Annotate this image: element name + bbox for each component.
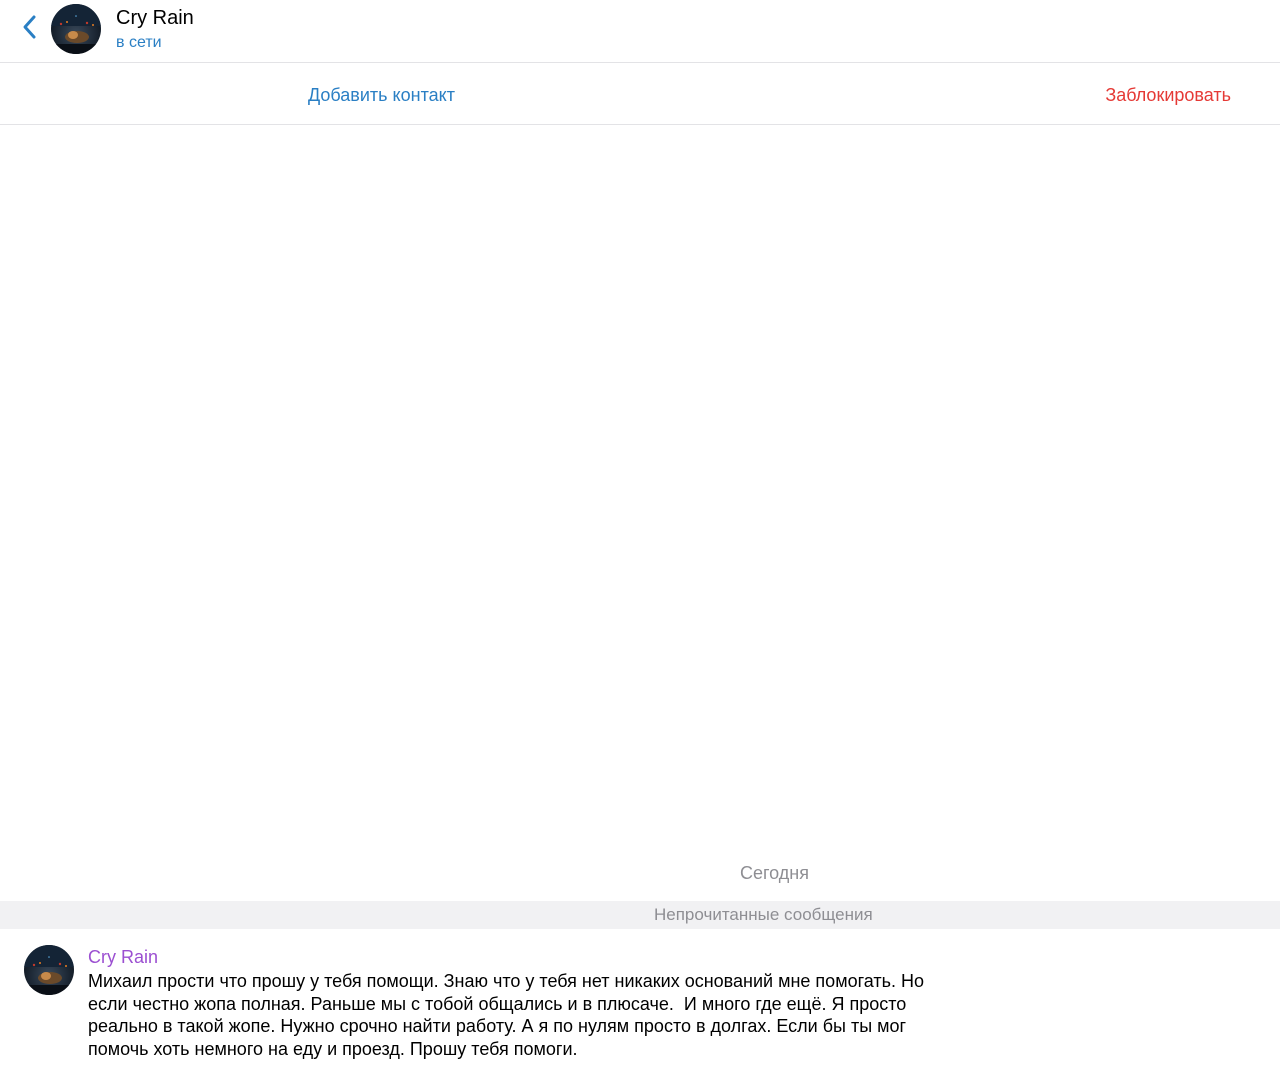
unread-label: Непрочитанные сообщения: [654, 905, 873, 924]
message-text: Михаил прости что прошу у тебя помощи. З…: [88, 971, 924, 1059]
date-separator: Сегодня: [740, 863, 809, 883]
avatar[interactable]: [51, 4, 101, 54]
chevron-left-icon: [22, 14, 38, 45]
chat-title[interactable]: Cry Rain: [116, 6, 194, 30]
back-button[interactable]: [14, 12, 46, 46]
contact-action-bar: Добавить контакт Заблокировать: [0, 63, 1280, 125]
message-author[interactable]: Cry Rain: [88, 945, 158, 969]
message[interactable]: Cry Rain Михаил прости что прошу у тебя …: [0, 940, 1280, 1070]
chat-window: Cry Rain в сети Добавить контакт Заблоки…: [0, 0, 1280, 1084]
message-list[interactable]: Сегодня Непрочитанные сообщения Cry Rain…: [0, 125, 1280, 1084]
block-button[interactable]: Заблокировать: [1105, 83, 1231, 107]
add-contact-button[interactable]: Добавить контакт: [308, 83, 455, 107]
online-status: в сети: [116, 34, 162, 51]
avatar[interactable]: [24, 945, 74, 995]
unread-separator: Непрочитанные сообщения: [0, 901, 1280, 929]
chat-header: Cry Rain в сети: [0, 0, 1280, 63]
